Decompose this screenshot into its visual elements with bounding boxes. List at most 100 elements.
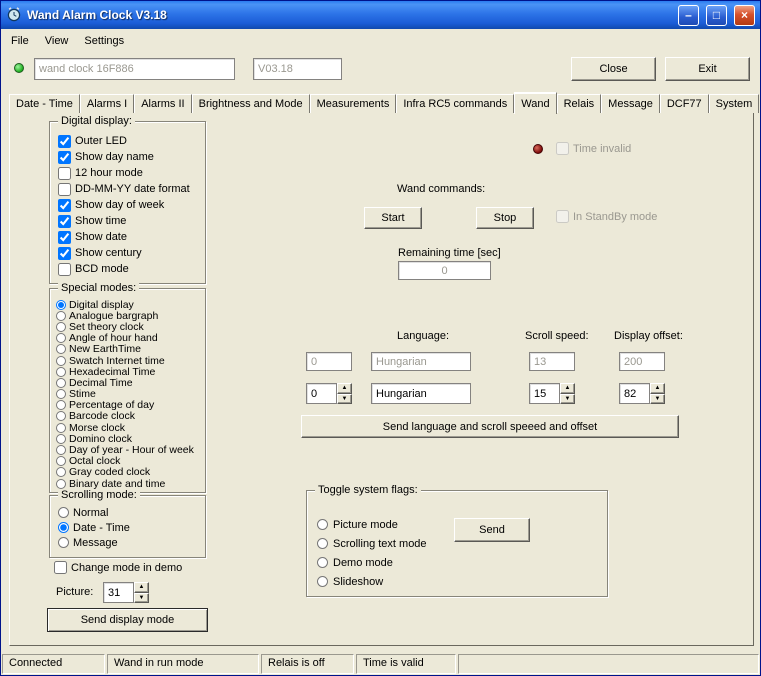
radio-stime-input[interactable] bbox=[56, 389, 66, 400]
radio-digital-display[interactable]: Digital display bbox=[50, 299, 205, 311]
radio-day-of-year-hour-of-week-input[interactable] bbox=[56, 445, 66, 456]
send-language-button[interactable]: Send language and scroll speeed and offs… bbox=[301, 415, 679, 438]
radio-percentage-of-day-input[interactable] bbox=[56, 400, 66, 411]
radio-barcode-clock-input[interactable] bbox=[56, 411, 66, 422]
checkbox-change-mode-in-demo[interactable]: Change mode in demo bbox=[54, 561, 182, 574]
radio-slideshow[interactable]: Slideshow bbox=[307, 572, 607, 591]
checkbox-show-date-input[interactable] bbox=[58, 230, 71, 244]
spin-down-icon[interactable]: ▼ bbox=[560, 393, 575, 404]
checkbox-show-century-input[interactable] bbox=[58, 246, 71, 260]
spin-up-icon[interactable]: ▲ bbox=[650, 383, 665, 394]
radio-slideshow-input[interactable] bbox=[317, 576, 328, 587]
tab-system[interactable]: System bbox=[708, 94, 760, 113]
radio-swatch-internet-time-input[interactable] bbox=[56, 355, 66, 366]
checkbox-outer-led-input[interactable] bbox=[58, 134, 71, 148]
checkbox-bcd-mode-input[interactable] bbox=[58, 262, 71, 276]
display-offset-spinner[interactable]: ▲ ▼ bbox=[619, 383, 665, 404]
language-input[interactable] bbox=[371, 383, 471, 404]
checkbox-change-mode-in-demo-input[interactable] bbox=[54, 561, 67, 574]
radio-scrolling-normal[interactable]: Normal bbox=[50, 505, 205, 520]
radio-octal-clock-input[interactable] bbox=[56, 456, 66, 467]
radio-morse-clock-input[interactable] bbox=[56, 422, 66, 433]
radio-digital-display-input[interactable] bbox=[56, 299, 66, 310]
radio-scrolling-normal-input[interactable] bbox=[58, 507, 69, 518]
spin-down-icon[interactable]: ▼ bbox=[337, 393, 352, 404]
close-window-button[interactable]: × bbox=[734, 4, 755, 26]
radio-day-of-year-hour-of-week[interactable]: Day of year - Hour of week bbox=[50, 444, 205, 456]
menu-file[interactable]: File bbox=[3, 33, 37, 49]
tab-dcf77[interactable]: DCF77 bbox=[659, 94, 709, 113]
tab-date-time[interactable]: Date - Time bbox=[9, 94, 80, 113]
checkbox-12-hour-mode-input[interactable] bbox=[58, 166, 71, 180]
scroll-speed-spinner[interactable]: ▲ ▼ bbox=[529, 383, 575, 404]
menu-settings[interactable]: Settings bbox=[76, 33, 132, 49]
checkbox-bcd-mode[interactable]: BCD mode bbox=[50, 261, 205, 277]
language-number-input[interactable] bbox=[306, 383, 337, 404]
picture-spinner-input[interactable] bbox=[103, 582, 134, 603]
checkbox-show-day-name[interactable]: Show day name bbox=[50, 149, 205, 165]
radio-morse-clock[interactable]: Morse clock bbox=[50, 422, 205, 434]
radio-domino-clock-input[interactable] bbox=[56, 433, 66, 444]
spin-up-icon[interactable]: ▲ bbox=[337, 383, 352, 394]
radio-picture-mode-input[interactable] bbox=[317, 519, 328, 530]
radio-scrolling-date-time[interactable]: Date - Time bbox=[50, 520, 205, 535]
tab-relais[interactable]: Relais bbox=[556, 94, 602, 113]
tab-brightness-and-mode[interactable]: Brightness and Mode bbox=[191, 94, 310, 113]
radio-swatch-internet-time[interactable]: Swatch Internet time bbox=[50, 355, 205, 367]
checkbox-show-time[interactable]: Show time bbox=[50, 213, 205, 229]
tab-alarms-1[interactable]: Alarms I bbox=[79, 94, 135, 113]
version-field[interactable] bbox=[253, 58, 342, 80]
exit-button[interactable]: Exit bbox=[665, 57, 750, 81]
stop-button[interactable]: Stop bbox=[476, 207, 534, 229]
radio-percentage-of-day[interactable]: Percentage of day bbox=[50, 399, 205, 411]
radio-new-earthtime-input[interactable] bbox=[56, 344, 66, 355]
send-display-mode-button[interactable]: Send display mode bbox=[47, 608, 208, 632]
tab-alarms-2[interactable]: Alarms II bbox=[134, 94, 192, 113]
checkbox-12-hour-mode[interactable]: 12 hour mode bbox=[50, 165, 205, 181]
radio-binary-date-and-time[interactable]: Binary date and time bbox=[50, 478, 205, 490]
radio-binary-date-and-time-input[interactable] bbox=[56, 478, 66, 489]
spin-up-icon[interactable]: ▲ bbox=[134, 582, 149, 593]
radio-domino-clock[interactable]: Domino clock bbox=[50, 433, 205, 445]
radio-scrolling-message-input[interactable] bbox=[58, 537, 69, 548]
radio-new-earthtime[interactable]: New EarthTime bbox=[50, 343, 205, 355]
radio-scrolling-text-mode-input[interactable] bbox=[317, 538, 328, 549]
spin-down-icon[interactable]: ▼ bbox=[134, 592, 149, 603]
maximize-button[interactable]: □ bbox=[706, 4, 727, 26]
send-flags-button[interactable]: Send bbox=[454, 518, 530, 542]
checkbox-show-day-of-week[interactable]: Show day of week bbox=[50, 197, 205, 213]
spin-up-icon[interactable]: ▲ bbox=[560, 383, 575, 394]
checkbox-show-day-of-week-input[interactable] bbox=[58, 198, 71, 212]
checkbox-show-time-input[interactable] bbox=[58, 214, 71, 228]
radio-demo-mode[interactable]: Demo mode bbox=[307, 553, 607, 572]
radio-scrolling-message[interactable]: Message bbox=[50, 535, 205, 550]
picture-spinner[interactable]: ▲ ▼ bbox=[103, 582, 149, 603]
scroll-speed-input[interactable] bbox=[529, 383, 560, 404]
radio-decimal-time[interactable]: Decimal Time bbox=[50, 377, 205, 389]
tab-wand[interactable]: Wand bbox=[514, 92, 557, 114]
start-button[interactable]: Start bbox=[364, 207, 422, 229]
radio-set-theory-clock-input[interactable] bbox=[56, 321, 66, 332]
checkbox-outer-led[interactable]: Outer LED bbox=[50, 133, 205, 149]
radio-gray-coded-clock-input[interactable] bbox=[56, 467, 66, 478]
tab-message[interactable]: Message bbox=[601, 94, 660, 113]
radio-scrolling-date-time-input[interactable] bbox=[58, 522, 69, 533]
radio-stime[interactable]: Stime bbox=[50, 388, 205, 400]
radio-demo-mode-input[interactable] bbox=[317, 557, 328, 568]
radio-set-theory-clock[interactable]: Set theory clock bbox=[50, 321, 205, 333]
tab-measurements[interactable]: Measurements bbox=[309, 94, 397, 113]
spin-down-icon[interactable]: ▼ bbox=[650, 393, 665, 404]
device-name-field[interactable] bbox=[34, 58, 235, 80]
display-offset-input[interactable] bbox=[619, 383, 650, 404]
language-number-spinner[interactable]: ▲ ▼ bbox=[306, 383, 352, 404]
radio-decimal-time-input[interactable] bbox=[56, 377, 66, 388]
radio-gray-coded-clock[interactable]: Gray coded clock bbox=[50, 466, 205, 478]
radio-octal-clock[interactable]: Octal clock bbox=[50, 455, 205, 467]
radio-analogue-bargraph[interactable]: Analogue bargraph bbox=[50, 310, 205, 322]
close-button[interactable]: Close bbox=[571, 57, 656, 81]
radio-hexadecimal-time[interactable]: Hexadecimal Time bbox=[50, 366, 205, 378]
checkbox-show-century[interactable]: Show century bbox=[50, 245, 205, 261]
radio-analogue-bargraph-input[interactable] bbox=[56, 310, 66, 321]
menu-view[interactable]: View bbox=[37, 33, 77, 49]
minimize-button[interactable]: – bbox=[678, 4, 699, 26]
